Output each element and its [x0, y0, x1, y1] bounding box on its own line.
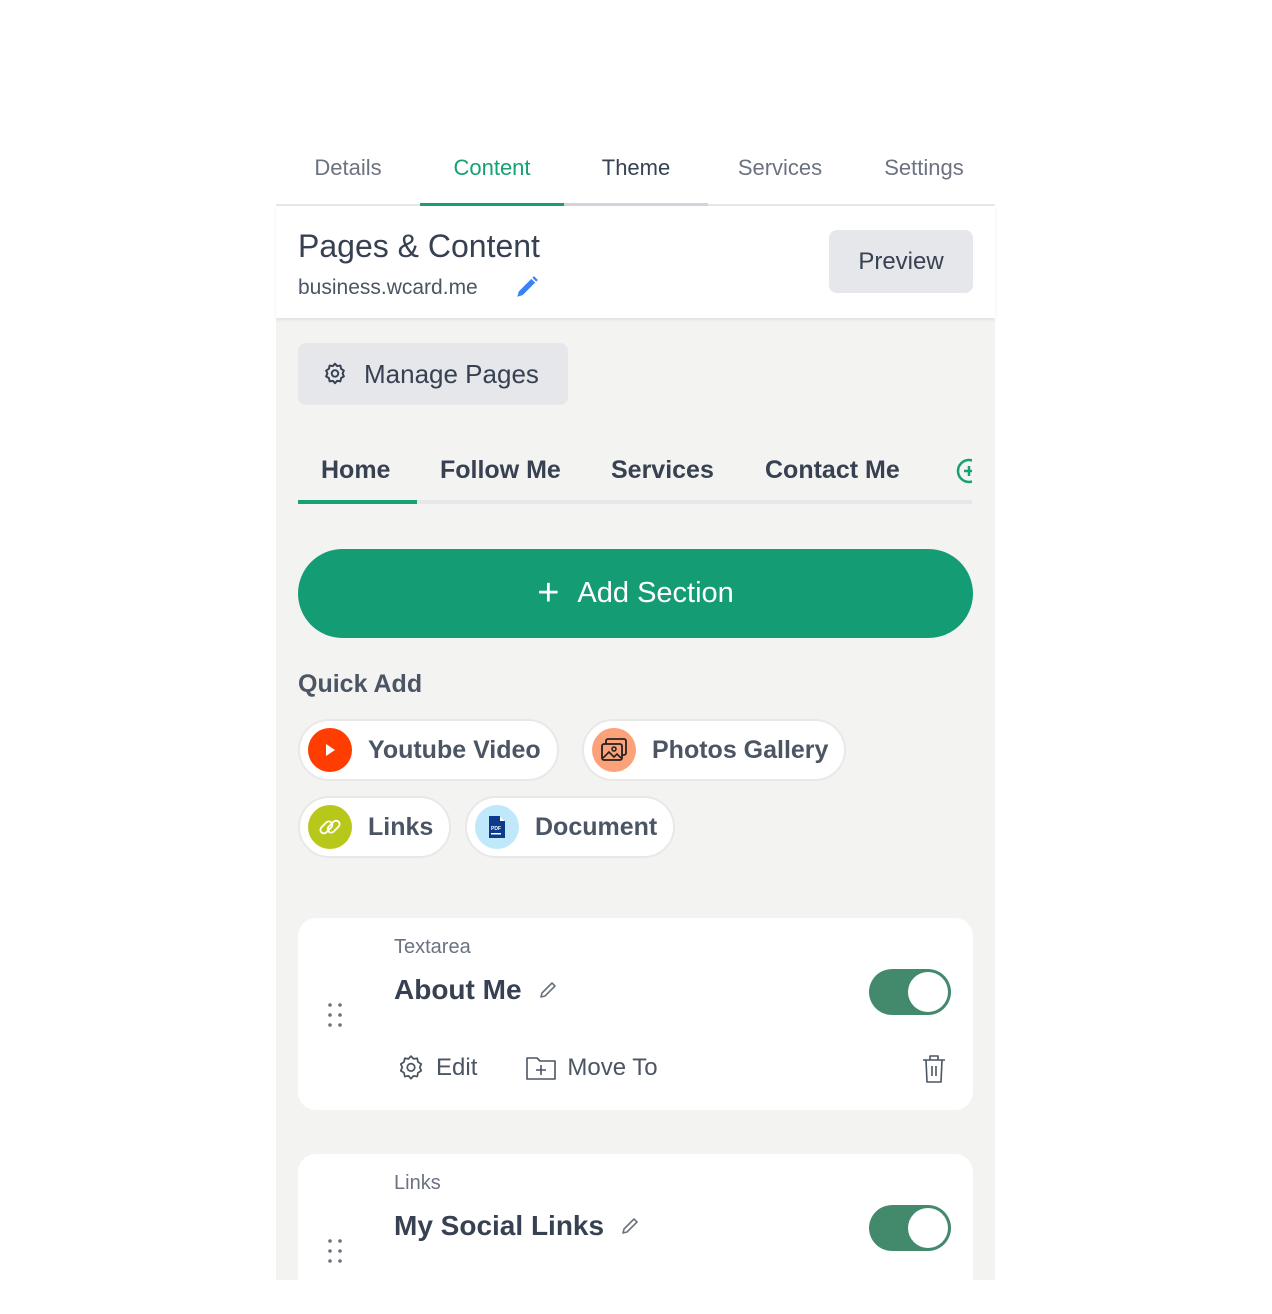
section-card: Links My Social Links [298, 1154, 973, 1314]
page-tab-contact-me[interactable]: Contact Me [765, 436, 900, 504]
edit-domain-pencil-icon[interactable] [514, 274, 540, 300]
move-to-button[interactable]: Move To [525, 1054, 658, 1082]
page-tab-home[interactable]: Home [321, 436, 390, 504]
toggle-knob [908, 1208, 948, 1248]
manage-pages-button[interactable]: Manage Pages [298, 343, 568, 405]
page-header: Pages & Content business.wcard.me Previe… [276, 206, 995, 318]
quick-add-photos-gallery[interactable]: Photos Gallery [582, 719, 847, 781]
folder-plus-icon [526, 1057, 557, 1080]
active-page-tab-indicator [298, 500, 417, 504]
drag-handle-icon[interactable] [326, 1002, 344, 1028]
page-tab-follow-me[interactable]: Follow Me [440, 436, 561, 504]
top-tab-bar: Details Content Theme Services Settings [276, 130, 995, 206]
pdf-document-icon: PDF [475, 805, 519, 849]
quick-add-links[interactable]: Links [298, 796, 452, 858]
edit-section-button[interactable]: Edit [396, 1053, 477, 1083]
svg-text:PDF: PDF [491, 826, 501, 832]
gear-icon [399, 1055, 423, 1080]
page-tab-services[interactable]: Services [611, 436, 714, 504]
quick-add-youtube-video[interactable]: Youtube Video [298, 719, 559, 781]
content-body: Manage Pages Home Follow Me Services Con… [276, 318, 995, 1314]
section-type: Textarea [394, 936, 471, 958]
tab-details[interactable]: Details [276, 130, 420, 206]
editor-panel: Details Content Theme Services Settings … [276, 0, 995, 1314]
quick-add-document[interactable]: PDF Document [465, 796, 676, 858]
add-page-icon[interactable] [956, 458, 972, 484]
section-visibility-toggle[interactable] [869, 1205, 951, 1251]
link-icon [308, 805, 352, 849]
delete-trash-icon[interactable] [921, 1054, 947, 1084]
page-tab-bar: Home Follow Me Services Contact Me [298, 436, 972, 504]
add-section-button[interactable]: + Add Section [298, 549, 973, 638]
section-card: Textarea About Me Edit Move To [298, 918, 973, 1110]
tab-content[interactable]: Content [420, 130, 564, 206]
domain-text: business.wcard.me [298, 276, 478, 299]
section-title: About Me [394, 974, 558, 1006]
plus-icon: + [537, 572, 560, 614]
section-type: Links [394, 1172, 441, 1194]
preview-button[interactable]: Preview [829, 230, 973, 293]
section-visibility-toggle[interactable] [869, 969, 951, 1015]
tab-theme[interactable]: Theme [564, 130, 708, 206]
gear-icon [325, 362, 345, 385]
youtube-play-icon [308, 728, 352, 772]
rename-pencil-icon[interactable] [538, 980, 558, 1000]
photos-gallery-icon [592, 728, 636, 772]
tab-settings[interactable]: Settings [852, 130, 996, 206]
rename-pencil-icon[interactable] [620, 1216, 640, 1236]
section-title: My Social Links [394, 1210, 640, 1242]
drag-handle-icon[interactable] [326, 1238, 344, 1264]
page-title: Pages & Content [298, 228, 540, 264]
section-actions: Edit Move To [396, 1053, 706, 1083]
quick-add-label: Quick Add [298, 670, 423, 698]
tab-services[interactable]: Services [708, 130, 852, 206]
toggle-knob [908, 972, 948, 1012]
